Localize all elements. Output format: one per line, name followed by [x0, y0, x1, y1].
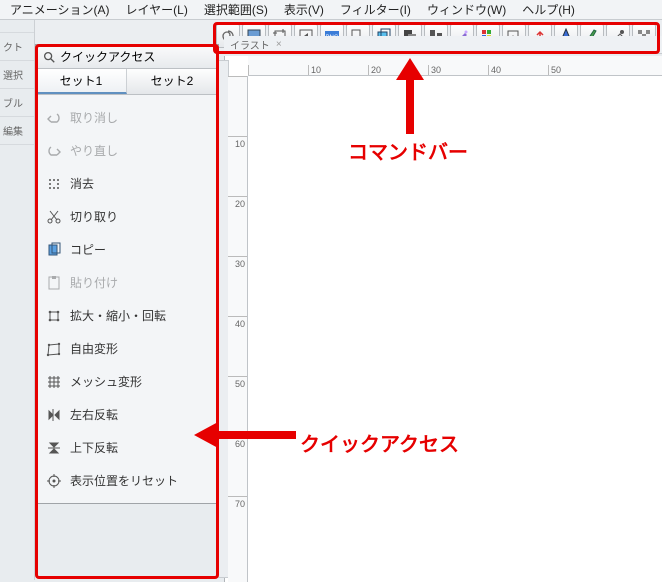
qa-label: 取り消し — [70, 109, 118, 126]
qa-label: 上下反転 — [70, 439, 118, 456]
dock-tab[interactable]: 編集 — [0, 117, 34, 145]
qa-cut[interactable]: 切り取り — [36, 200, 218, 233]
qa-label: メッシュ変形 — [70, 373, 142, 390]
left-docked-strip: クト 選択 ブル 編集 — [0, 20, 35, 580]
canvas-tab-label: イラスト — [230, 37, 270, 52]
copy-icon — [46, 242, 62, 258]
qa-label: 拡大・縮小・回転 — [70, 307, 166, 324]
dock-tab[interactable]: 選択 — [0, 61, 34, 89]
menu-animation[interactable]: アニメーション(A) — [6, 1, 114, 18]
menu-selection[interactable]: 選択範囲(S) — [200, 1, 272, 18]
qa-flip-horizontal[interactable]: 左右反転 — [36, 398, 218, 431]
set-tab-2[interactable]: セット2 — [127, 69, 218, 94]
qa-label: 消去 — [70, 175, 94, 192]
quick-access-list: 取り消し やり直し 消去 切り取り コピー 貼り付け 拡大・縮小・回転 自由変形… — [36, 95, 218, 503]
ruler-vertical: 10203040506070 — [228, 76, 248, 582]
qa-reset-view[interactable]: 表示位置をリセット — [36, 464, 218, 497]
fliph-icon — [46, 407, 62, 423]
qa-flip-vertical[interactable]: 上下反転 — [36, 431, 218, 464]
annotation-quickaccess-label: クイックアクセス — [300, 428, 459, 457]
canvas-area[interactable] — [224, 56, 662, 582]
qa-copy[interactable]: コピー — [36, 233, 218, 266]
quickaccess-icon — [42, 50, 56, 64]
qa-mesh-transform[interactable]: メッシュ変形 — [36, 365, 218, 398]
qa-undo[interactable]: 取り消し — [36, 101, 218, 134]
qa-paste[interactable]: 貼り付け — [36, 266, 218, 299]
flipv-icon — [46, 440, 62, 456]
menu-layer[interactable]: レイヤー(L) — [122, 1, 192, 18]
set-tabs: セット1 セット2 — [36, 69, 218, 95]
qa-label: コピー — [70, 241, 106, 258]
set-tab-1[interactable]: セット1 — [36, 69, 127, 94]
menu-view[interactable]: 表示(V) — [280, 1, 328, 18]
qa-scale-rotate[interactable]: 拡大・縮小・回転 — [36, 299, 218, 332]
undo-icon — [46, 110, 62, 126]
qa-label: 表示位置をリセット — [70, 472, 178, 489]
qa-label: 左右反転 — [70, 406, 118, 423]
qa-free-transform[interactable]: 自由変形 — [36, 332, 218, 365]
mesh-icon — [46, 374, 62, 390]
scale-icon — [46, 308, 62, 324]
dock-tab[interactable] — [0, 20, 34, 33]
qa-label: 切り取り — [70, 208, 118, 225]
cut-icon — [46, 209, 62, 225]
menubar: アニメーション(A) レイヤー(L) 選択範囲(S) 表示(V) フィルター(I… — [0, 0, 662, 20]
paste-icon — [46, 275, 62, 291]
quick-access-panel: クイックアクセス セット1 セット2 取り消し やり直し 消去 切り取り コピー… — [35, 44, 219, 504]
dock-tab[interactable]: ブル — [0, 89, 34, 117]
resetview-icon — [46, 473, 62, 489]
redo-icon — [46, 143, 62, 159]
annotation-commandbar-label: コマンドバー — [348, 136, 468, 165]
ruler-horizontal: 1020304050 — [248, 56, 662, 76]
qa-redo[interactable]: やり直し — [36, 134, 218, 167]
qa-label: やり直し — [70, 142, 118, 159]
menu-help[interactable]: ヘルプ(H) — [518, 1, 579, 18]
panel-title: クイックアクセス — [60, 48, 155, 65]
panel-title-tab[interactable]: クイックアクセス — [36, 45, 218, 69]
freetransform-icon — [46, 341, 62, 357]
qa-label: 自由変形 — [70, 340, 118, 357]
qa-clear[interactable]: 消去 — [36, 167, 218, 200]
canvas-tab[interactable]: イラスト× — [224, 36, 662, 54]
clear-icon — [46, 176, 62, 192]
menu-filter[interactable]: フィルター(I) — [336, 1, 415, 18]
dock-tab[interactable]: クト — [0, 33, 34, 61]
menu-window[interactable]: ウィンドウ(W) — [423, 1, 510, 18]
qa-label: 貼り付け — [70, 274, 118, 291]
